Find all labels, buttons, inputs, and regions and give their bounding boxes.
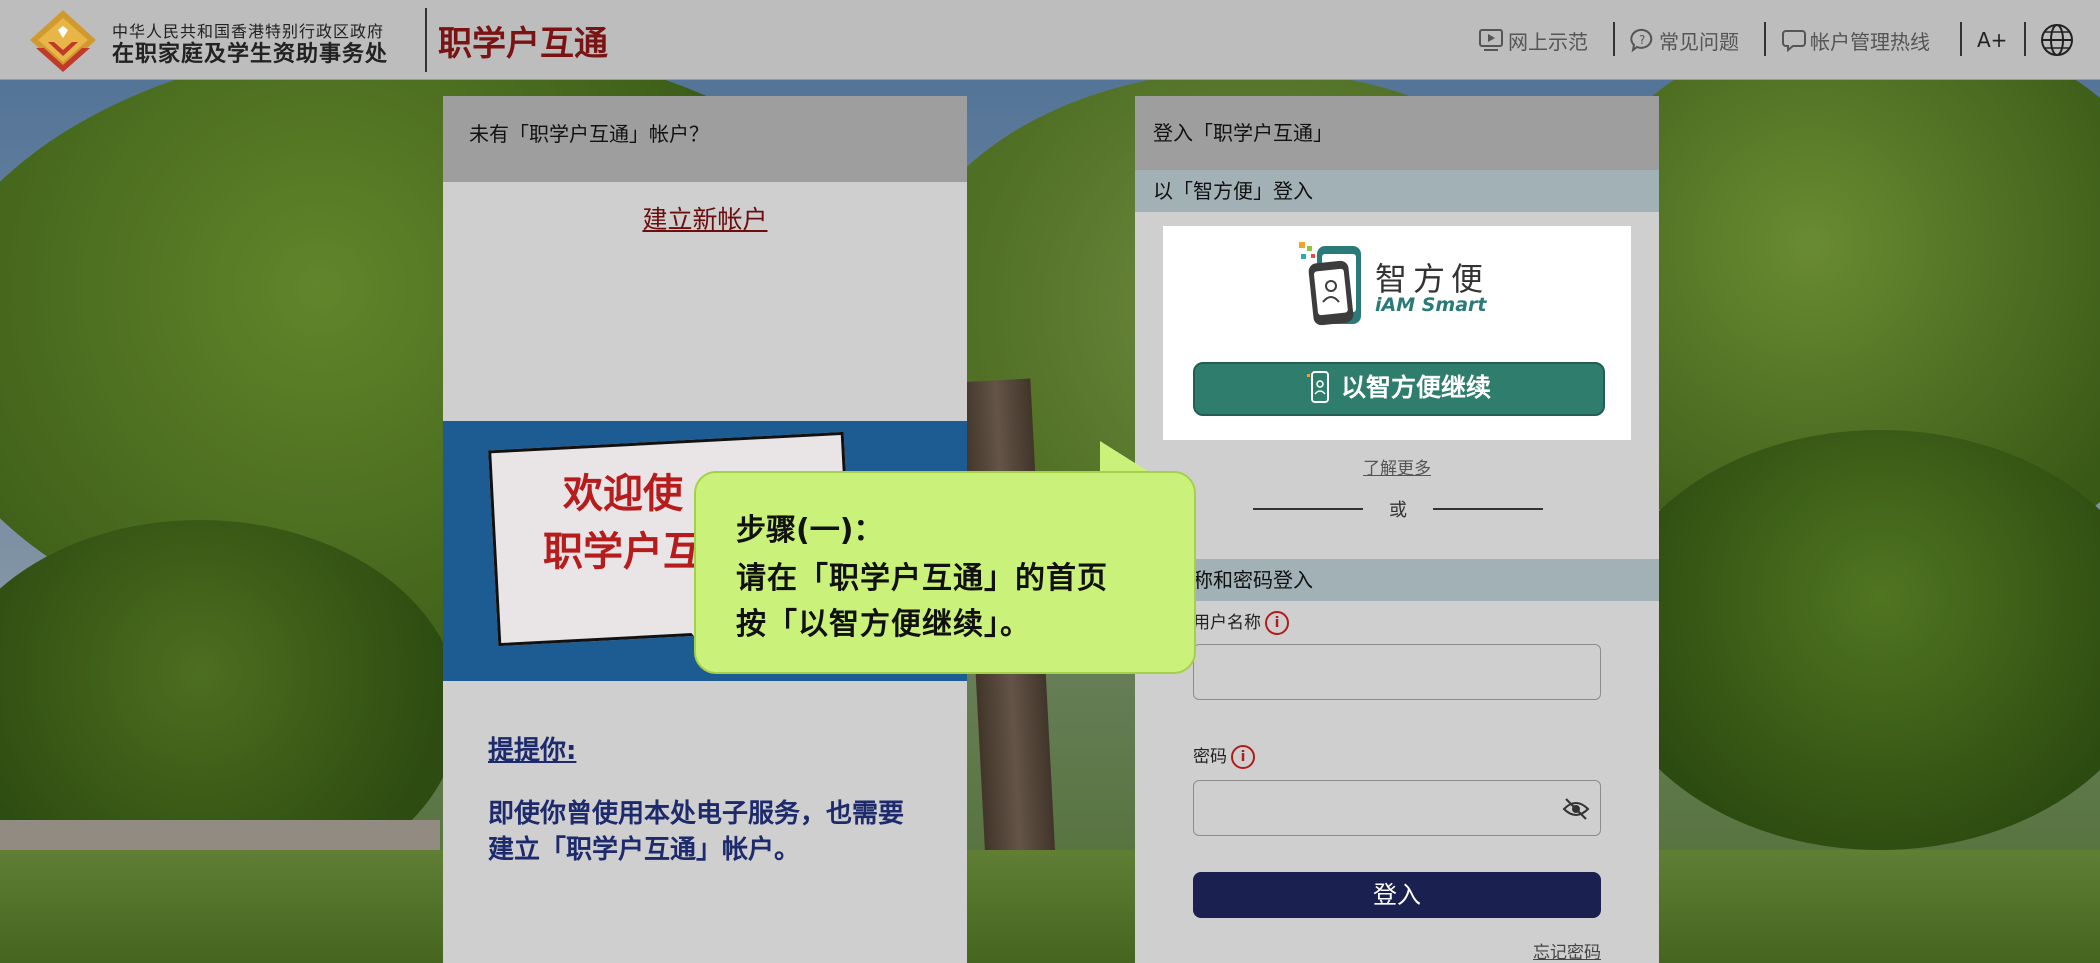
create-account-link[interactable]: 建立新帐户 <box>443 200 967 236</box>
font-size-button[interactable]: A+ <box>1977 20 2007 60</box>
question-bubble-icon: ? <box>1630 28 1653 53</box>
reminder-title: 提提你: <box>488 736 577 766</box>
org-name-line2: 在职家庭及学生资助事务处 <box>112 42 389 67</box>
info-icon[interactable]: i <box>1231 745 1255 769</box>
forgot-password-link[interactable]: 忘记密码 <box>1533 938 1601 963</box>
continue-with-iamsmart-button[interactable]: 以智方便继续 <box>1193 362 1605 416</box>
svg-text:?: ? <box>1639 33 1645 47</box>
iamsmart-box: 智方便 iAM Smart 以智方便继续 <box>1163 226 1631 440</box>
callout-line2: 按「以智方便继续」。 <box>736 607 1031 642</box>
hide-password-icon[interactable] <box>1562 797 1590 821</box>
nav-divider <box>1960 22 1962 56</box>
nav-faq-label: 常见问题 <box>1659 29 1739 54</box>
iamsmart-logo-english: iAM Smart <box>1375 294 1487 316</box>
phone-icon <box>1306 371 1329 403</box>
login-panel-heading: 登入「职学户互通」 <box>1135 96 1659 170</box>
password-label: 密码 i <box>1193 742 1255 769</box>
font-size-label: A+ <box>1977 28 2008 52</box>
phone-chat-icon <box>1782 30 1806 53</box>
nav-hotline-label: 帐户管理热线 <box>1810 29 1930 54</box>
video-demo-icon <box>1479 29 1503 51</box>
callout-pointer <box>1100 441 1154 475</box>
username-label-text: 用户名称 <box>1193 613 1261 633</box>
banner-text-line1: 欢迎使 <box>563 470 683 517</box>
or-divider: 或 <box>1253 496 1543 521</box>
nav-online-demo-label: 网上示范 <box>1508 29 1588 54</box>
wfsfaa-logo-icon <box>30 10 96 72</box>
login-panel: 登入「职学户互通」 以「智方便」登入 智方便 iAM Smart 以智方便继续 … <box>1135 96 1659 963</box>
header-divider <box>425 8 427 72</box>
nav-divider <box>2024 22 2026 56</box>
iamsmart-section-bar: 以「智方便」登入 <box>1135 170 1659 212</box>
language-button[interactable] <box>2040 20 2076 60</box>
username-input[interactable] <box>1193 644 1601 700</box>
learn-more-link[interactable]: 了解更多 <box>1135 454 1659 479</box>
username-label: 用户名称 i <box>1193 608 1289 635</box>
password-input[interactable] <box>1193 780 1601 836</box>
register-panel-heading: 未有「职学户互通」帐户？ <box>443 96 967 182</box>
nav-online-demo[interactable]: 网上示范 <box>1478 20 1588 60</box>
password-section-bar: 户名称和密码登入 <box>1135 559 1659 601</box>
login-button[interactable]: 登入 <box>1193 872 1601 918</box>
nav-divider <box>1613 22 1615 56</box>
nav-faq[interactable]: ? 常见问题 <box>1629 20 1739 60</box>
tutorial-callout: 步骤(一)： 请在「职学户互通」的首页 按「以智方便继续」。 <box>694 471 1196 674</box>
continue-with-iamsmart-label: 以智方便继续 <box>1340 373 1491 402</box>
info-icon[interactable]: i <box>1265 611 1289 635</box>
callout-line1: 请在「职学户互通」的首页 <box>736 561 1108 596</box>
iamsmart-logo-icon <box>1299 242 1361 326</box>
top-header: 中华人民共和国香港特别行政区政府 在职家庭及学生资助事务处 职学户互通 网上示范… <box>0 0 2100 80</box>
callout-title: 步骤(一)： <box>736 513 884 548</box>
nav-divider <box>1764 22 1766 56</box>
app-title: 职学户互通 <box>438 24 608 64</box>
banner-text-line2: 职学户互 <box>543 528 703 575</box>
nav-hotline[interactable]: 帐户管理热线 <box>1780 20 1930 60</box>
password-label-text: 密码 <box>1193 747 1227 767</box>
globe-icon <box>2041 24 2073 56</box>
reminder-body: 即使你曾使用本处电子服务，也需要建立「职学户互通」帐户。 <box>488 799 905 865</box>
